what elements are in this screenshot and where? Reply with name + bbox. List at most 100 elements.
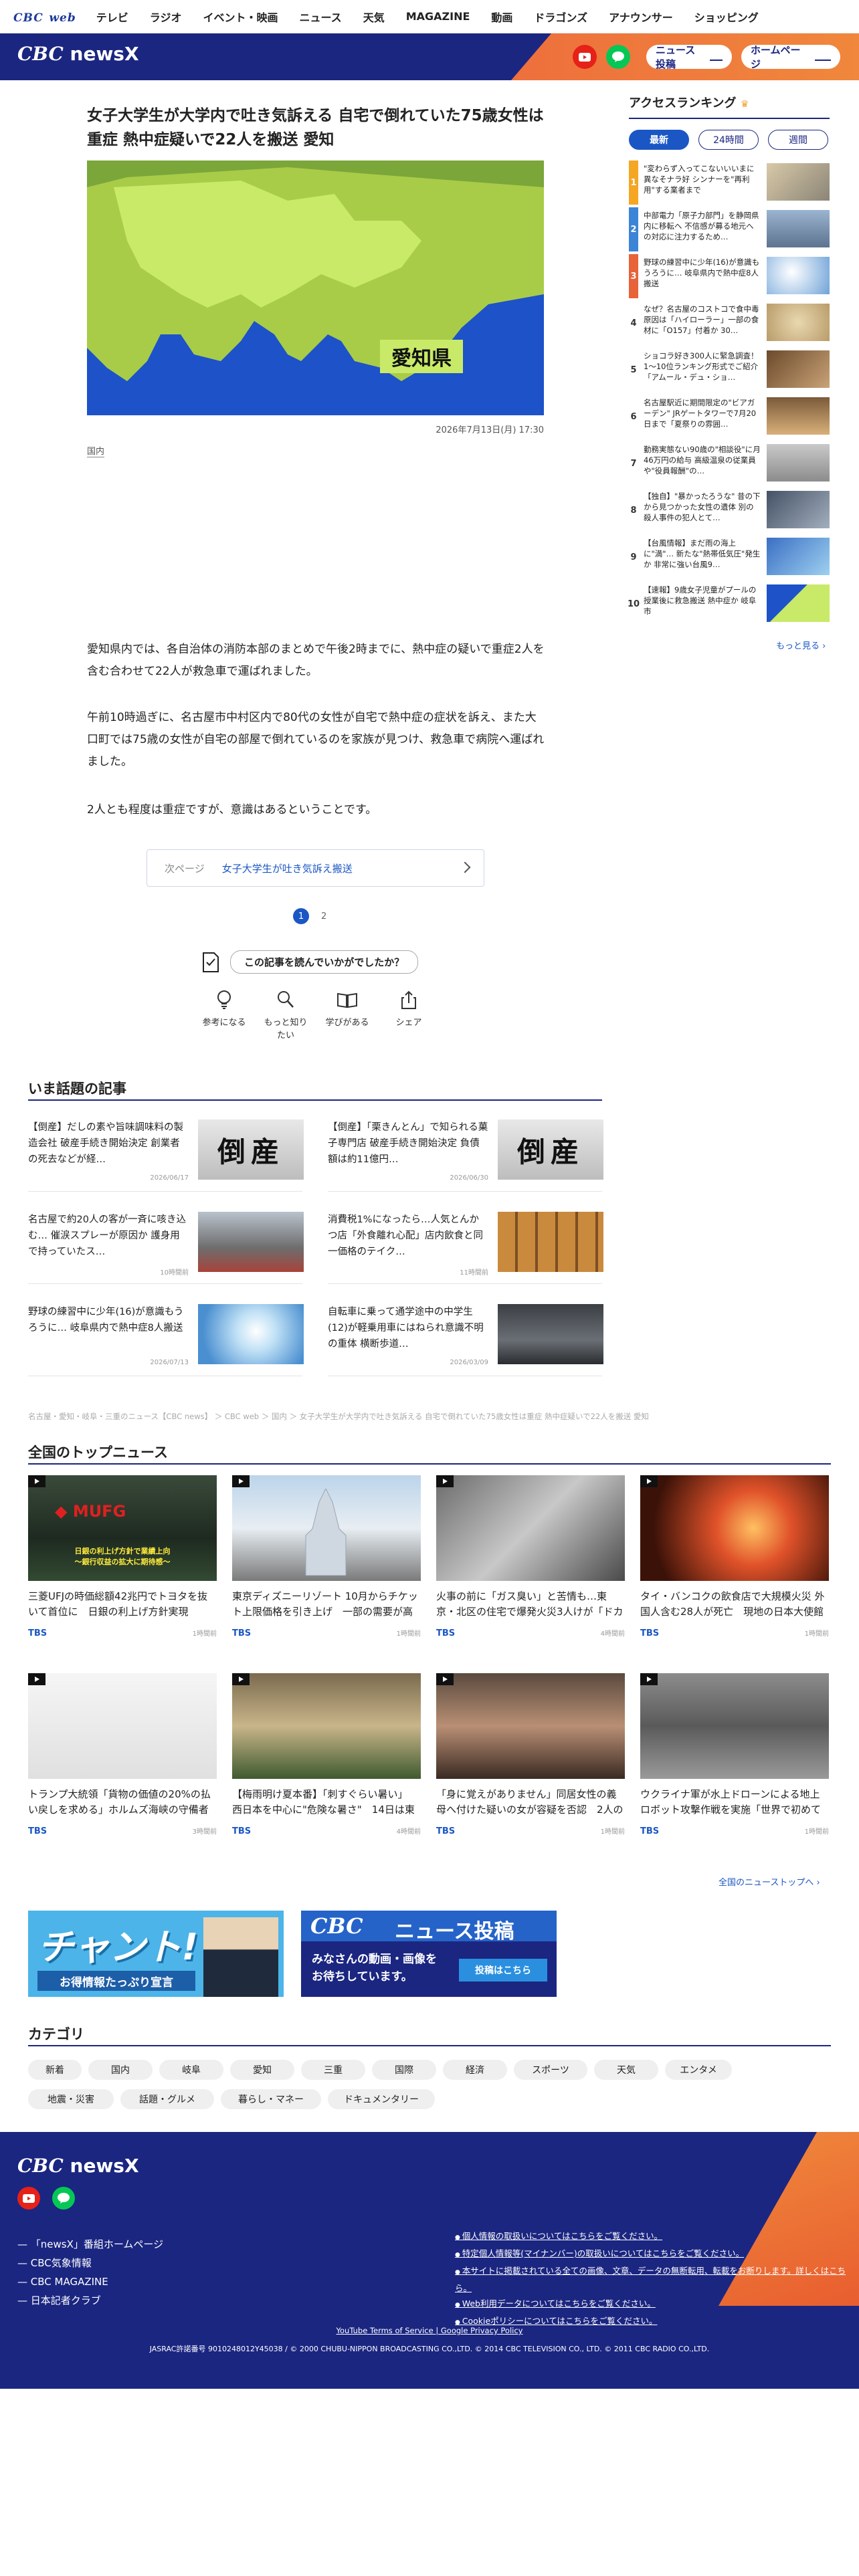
ranking-item[interactable]: 8 【独自】"暴かったろうな" 昔の下から見つかった女性の遺体 別の殺人事件の犯…	[629, 488, 830, 532]
category-chip-new[interactable]: 新着	[28, 2060, 82, 2080]
category-chip-gifu[interactable]: 岐阜	[159, 2060, 223, 2080]
category-chip-gourmet[interactable]: 話題・グルメ	[120, 2089, 214, 2109]
rank-thumbnail	[767, 257, 830, 294]
ranking-item[interactable]: 7 勤務実態ない90歳の"相談役"に月46万円の給与 高級温泉の従業員や"役員報…	[629, 441, 830, 486]
topnews-time: 1時間前	[396, 1630, 421, 1638]
category-chip-money[interactable]: 暮らし・マネー	[221, 2089, 321, 2109]
popular-article-card[interactable]: 消費税1%になったら…人気とんかつ店「外食離れ心配」店内飲食と同一価格のテイク……	[328, 1205, 603, 1284]
nav-item-magazine[interactable]: MAGAZINE	[406, 10, 470, 23]
footer-link-copyright[interactable]: 本サイトに掲載されている全ての画像、文章、データの無断転用、転載をお断りします。…	[455, 2263, 859, 2296]
footer-link-magazine[interactable]: CBC MAGAZINE	[17, 2272, 163, 2291]
footer-youtube-icon[interactable]	[17, 2187, 40, 2210]
topnews-card[interactable]: 東京ディズニーリゾート 10月からチケット上限価格を引き上げ 一部の需要が高い日…	[232, 1475, 421, 1638]
topnews-card[interactable]: 火事の前に「ガス臭い」と苦情も…東京・北区の住宅で爆発火災3人けが「ドカーンと突…	[436, 1475, 625, 1638]
topnews-image	[436, 1475, 625, 1581]
news-post-button[interactable]: ニュース投稿	[646, 44, 732, 70]
ranking-item[interactable]: 1 "変わらず入ってこないいいまに異なそナラ好 シンナーを"再利用"する業者まで	[629, 160, 830, 205]
popular-article-card[interactable]: 【倒産】だしの素や旨味調味料の製造会社 破産手続き開始決定 創業者の死去などが経…	[28, 1113, 304, 1192]
nav-item-news[interactable]: ニュース	[299, 9, 341, 25]
reaction-more-button[interactable]: もっと知りたい	[261, 990, 310, 1041]
page-2[interactable]: 2	[321, 911, 326, 922]
popular-article-card[interactable]: 名古屋で約20人の客が一斉に咳き込む… 催涙スプレーが原因か 護身用で持っていた…	[28, 1205, 304, 1284]
footer-line-icon[interactable]	[52, 2187, 75, 2210]
category-chip-sports[interactable]: スポーツ	[514, 2060, 587, 2080]
category-chip-international[interactable]: 国際	[372, 2060, 436, 2080]
youtube-icon[interactable]	[573, 45, 597, 69]
topnews-card[interactable]: 【梅雨明け夏本番】「刺すぐらい暑い」 西日本を中心に"危険な暑さ" 14日は東日…	[232, 1673, 421, 1836]
topnews-card[interactable]: 「身に覚えがありません」同居女性の義母へ付けた疑いの女が容疑を否認 2人の関係性…	[436, 1673, 625, 1836]
topnews-time: 4時間前	[600, 1630, 625, 1638]
category-chip-aichi[interactable]: 愛知	[230, 2060, 294, 2080]
video-icon	[28, 1475, 45, 1487]
category-chip-economy[interactable]: 経済	[443, 2060, 507, 2080]
topnews-card[interactable]: トランプ大統領「貨物の価値の20%の払い戻しを求める」ホルムズ海峡の守備者として…	[28, 1673, 217, 1836]
topnews-title: 【梅雨明け夏本番】「刺すぐらい暑い」 西日本を中心に"危険な暑さ" 14日は東日…	[232, 1788, 415, 1816]
ranking-item[interactable]: 5 ショコラ好き300人に緊急調査！1～10位ランキング形式でご紹介「アムール・…	[629, 348, 830, 392]
article-category-link[interactable]: 国内	[87, 444, 105, 457]
article: 女子大学生が大学内で吐き気訴える 自宅で倒れていた75歳女性は重症 熱中症疑いで…	[87, 104, 545, 152]
popular-article-card[interactable]: 【倒産】「栗きんとん」で知られる菓子専門店 破産手続き開始決定 負債額は約11億…	[328, 1113, 603, 1192]
reaction-more-label: もっと知りたい	[264, 1018, 308, 1041]
category-chip-weather[interactable]: 天気	[594, 2060, 658, 2080]
reaction-share-button[interactable]: シェア	[384, 990, 434, 1041]
ranking-item[interactable]: 6 名古屋駅近に期間限定の"ビアガーデン" JRゲートタワーで7月20日まで「夏…	[629, 395, 830, 439]
category-chip-domestic[interactable]: 国内	[88, 2060, 153, 2080]
category-chip-documentary[interactable]: ドキュメンタリー	[328, 2089, 435, 2109]
topnews-source: TBS	[232, 1826, 252, 1836]
google-privacy-link[interactable]: Google Privacy Policy	[441, 2326, 523, 2335]
nav-item-radio[interactable]: ラジオ	[150, 9, 182, 25]
newsx-logo[interactable]: CBC newsX	[17, 43, 139, 65]
homepage-label: ホームページ	[751, 44, 801, 70]
footer-link-mynumber[interactable]: 特定個人情報等(マイナンバー)の取扱いについてはこちらをご覧ください。	[455, 2246, 859, 2263]
news-post-banner-button[interactable]: 投稿はこちら	[459, 1959, 547, 1981]
nav-item-announcer[interactable]: アナウンサー	[609, 9, 673, 25]
tab-latest[interactable]: 最新	[629, 130, 689, 150]
youtube-terms-link[interactable]: YouTube Terms of Service	[337, 2326, 434, 2335]
ranking-item[interactable]: 3 野球の練習中に少年(16)が意識もうろうに… 岐阜県内で熱中症8人搬送	[629, 254, 830, 298]
popular-article-image	[498, 1212, 603, 1272]
line-icon[interactable]	[606, 45, 630, 69]
nav-item-weather[interactable]: 天気	[363, 9, 385, 25]
popular-article-image: 倒産	[498, 1119, 603, 1180]
category-chip-mie[interactable]: 三重	[301, 2060, 365, 2080]
reaction-helpful-button[interactable]: 参考になる	[199, 990, 249, 1041]
ranking-item[interactable]: 2 中部電力「原子力部門」を静岡県内に移転へ 不信感が募る地元への対応に注力する…	[629, 207, 830, 251]
nav-item-tv[interactable]: テレビ	[96, 9, 128, 25]
next-page-link[interactable]: 次ページ 女子大学生が吐き気訴え搬送	[147, 849, 484, 887]
video-icon	[640, 1475, 658, 1487]
topnews-card[interactable]: タイ・バンコクの飲食店で大規模火災 外国人含む28人が死亡 現地の日本大使館「日…	[640, 1475, 829, 1638]
chant-banner[interactable]: チャント! お得情報たっぷり宣言	[28, 1911, 284, 1997]
nav-item-shopping[interactable]: ショッピング	[694, 9, 759, 25]
popular-article-card[interactable]: 野球の練習中に少年(16)が意識もうろうに… 岐阜県内で熱中症8人搬送 2026…	[28, 1297, 304, 1376]
category-chip-disaster[interactable]: 地震・災害	[28, 2089, 114, 2109]
homepage-button[interactable]: ホームページ	[741, 44, 840, 70]
cbc-web-logo[interactable]: CBC web	[13, 8, 76, 25]
tab-weekly[interactable]: 週間	[768, 130, 828, 150]
popular-article-date: 2026/06/17	[150, 1174, 189, 1182]
ranking-item[interactable]: 10 【速報】9歳女子児童がプールの授業後に救急搬送 熱中症か 岐阜市	[628, 582, 830, 626]
rank-text: ショコラ好き300人に緊急調査！1～10位ランキング形式でご紹介「アムール・デュ…	[644, 351, 759, 382]
reaction-learn-button[interactable]: 学びがある	[322, 990, 372, 1041]
footer-link-privacy[interactable]: 個人情報の取扱いについてはこちらをご覧ください。	[455, 2228, 859, 2246]
all-topnews-link[interactable]: 全国のニューストップへ ›	[719, 1875, 820, 1888]
ranking-item[interactable]: 4 なぜ？名古屋のコストコで食中毒 原因は「ハイローラー」一部の食材に「O157…	[629, 301, 830, 345]
topnews-card[interactable]: ◆ MUFG 日銀の利上げ方針で業績上向 ～銀行収益の拡大に期待感～ 三菱UFJ…	[28, 1475, 217, 1638]
ranking-item[interactable]: 9 【台風情報】まだ雨の海上に"満"… 新たな"熱帯低気圧"発生か 非常に強い台…	[629, 535, 830, 579]
nav-item-video[interactable]: 動画	[491, 9, 512, 25]
footer-link-press-club[interactable]: 日本記者クラブ	[17, 2291, 163, 2310]
page-1[interactable]: 1	[293, 908, 309, 924]
footer-link-newsx-home[interactable]: 「newsX」番組ホームページ	[17, 2235, 163, 2254]
topnews-card[interactable]: ウクライナ軍が水上ドローンによる地上ロボット攻撃作戦を実施「世界で初めて確認され…	[640, 1673, 829, 1836]
nav-item-events[interactable]: イベント・映画	[203, 9, 278, 25]
tab-24h[interactable]: 24時間	[698, 130, 759, 150]
popular-article-card[interactable]: 自転車に乗って通学途中の中学生(12)が軽乗用車にはねられ意識不明の重体 横断歩…	[328, 1297, 603, 1376]
nav-item-dragons[interactable]: ドラゴンズ	[534, 9, 587, 25]
news-post-banner[interactable]: CBC ニュース投稿 みなさんの動画・画像を お待ちしています。 投稿はこちら	[301, 1911, 557, 1997]
footer-link-webdata[interactable]: Web利用データについてはこちらをご覧ください。	[455, 2296, 859, 2313]
category-chip-entertainment[interactable]: エンタメ	[665, 2060, 732, 2080]
footer-logo-cbc: CBC	[17, 2155, 64, 2177]
footer-link-weather[interactable]: CBC気象情報	[17, 2254, 163, 2272]
category-section-underline	[28, 2045, 831, 2046]
ranking-more-link[interactable]: もっと見る ›	[776, 639, 826, 651]
footer-newsx-logo[interactable]: CBC newsX	[17, 2155, 139, 2177]
